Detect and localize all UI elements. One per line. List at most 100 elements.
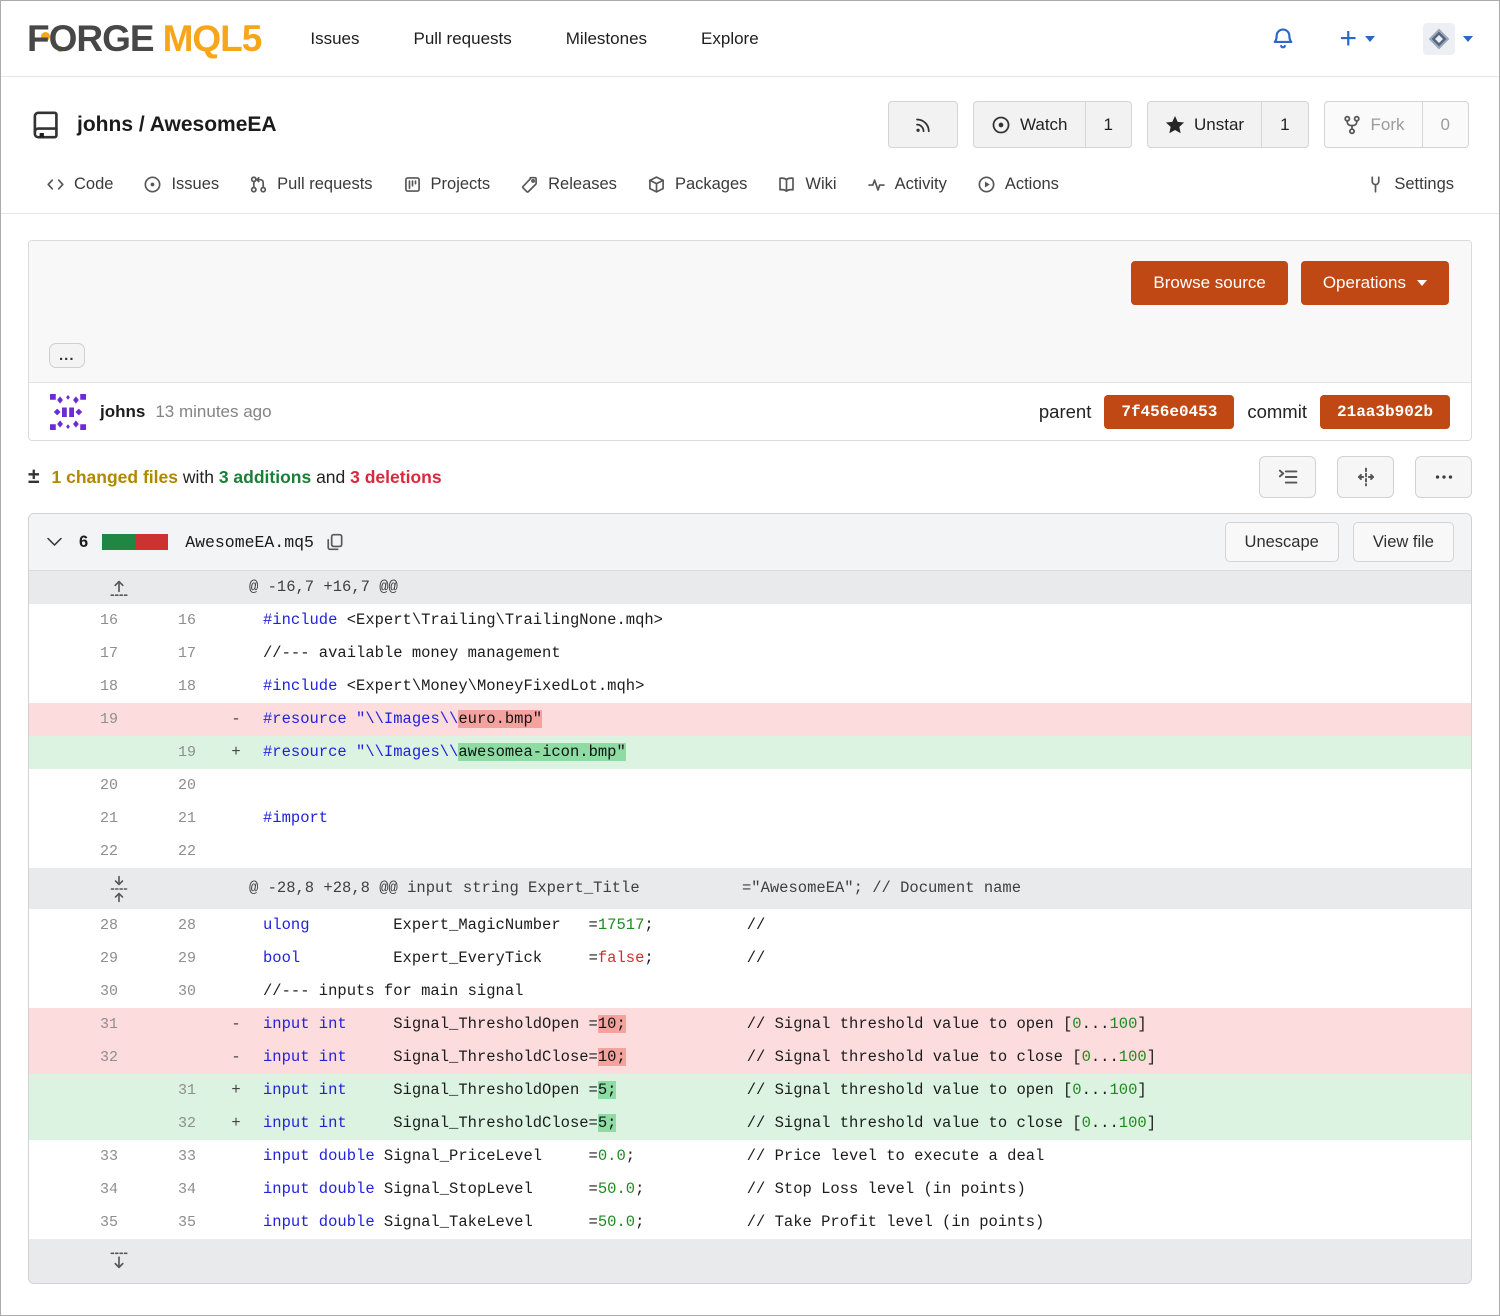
star-count[interactable]: 1	[1261, 102, 1307, 147]
tab-releases[interactable]: Releases	[505, 156, 632, 213]
code-icon	[46, 175, 65, 194]
author-avatar[interactable]	[50, 394, 86, 430]
nav-right: +	[1265, 23, 1473, 55]
diff-stats-text: 1 changed files with 3 additions and 3 d…	[52, 467, 442, 488]
nav-item-explore[interactable]: Explore	[674, 29, 786, 49]
file-name[interactable]: AwesomeEA.mq5	[185, 533, 314, 552]
fork-button[interactable]: Fork 0	[1324, 101, 1469, 148]
file-tree-toggle-button[interactable]	[1259, 456, 1316, 498]
tab-actions[interactable]: Actions	[962, 156, 1074, 213]
new-line-number: 34	[131, 1173, 209, 1206]
diff-op	[209, 604, 263, 637]
watch-count[interactable]: 1	[1085, 102, 1131, 147]
diff-stats-row: ± 1 changed files with 3 additions and 3…	[28, 456, 1472, 498]
fork-count[interactable]: 0	[1422, 102, 1468, 147]
diff-op	[209, 909, 263, 942]
create-new-button[interactable]: +	[1339, 24, 1375, 54]
code-line: input int Signal_ThresholdOpen =10; // S…	[263, 1008, 1471, 1041]
tab-code[interactable]: Code	[31, 156, 128, 213]
tab-issues[interactable]: Issues	[128, 156, 234, 213]
play-circle-icon	[977, 175, 996, 194]
tab-settings[interactable]: Settings	[1351, 156, 1469, 213]
watch-button[interactable]: Watch 1	[973, 101, 1132, 148]
operations-button[interactable]: Operations	[1301, 261, 1449, 305]
tab-wiki[interactable]: Wiki	[762, 156, 851, 213]
old-line-number: 21	[29, 802, 131, 835]
logo-forge-text: FORGE	[27, 18, 154, 60]
old-line-number: 17	[29, 637, 131, 670]
star-icon	[1165, 115, 1185, 135]
nav-item-pull-requests[interactable]: Pull requests	[386, 29, 538, 49]
diff-row-addition: 31+input int Signal_ThresholdOpen =5; //…	[29, 1074, 1471, 1107]
commit-label: commit	[1247, 401, 1307, 423]
diff-row: 2828ulong Expert_MagicNumber =17517; //	[29, 909, 1471, 942]
code-line: //--- available money management	[263, 637, 1471, 670]
notifications-bell-icon[interactable]	[1271, 27, 1295, 51]
logo-mql5-text: MQL5	[163, 18, 262, 60]
diff-file-box: 6 AwesomeEA.mq5 Unescape View file @ -16…	[28, 513, 1472, 1284]
browse-source-button[interactable]: Browse source	[1131, 261, 1287, 305]
tab-pull-requests[interactable]: Pull requests	[234, 156, 387, 213]
file-changed-lines-count: 6	[79, 533, 88, 552]
new-line-number: 33	[131, 1140, 209, 1173]
unstar-button[interactable]: Unstar 1	[1147, 101, 1309, 148]
nav-item-issues[interactable]: Issues	[283, 29, 386, 49]
rss-button[interactable]	[888, 101, 958, 148]
view-file-button[interactable]: View file	[1353, 522, 1454, 562]
tab-activity[interactable]: Activity	[852, 156, 962, 213]
user-menu[interactable]	[1423, 23, 1473, 55]
diff-options-button[interactable]	[1415, 456, 1472, 498]
commit-message-expand-button[interactable]: ...	[49, 343, 85, 368]
old-line-number: 30	[29, 975, 131, 1008]
split-diff-icon	[1355, 466, 1377, 488]
new-line-number: 29	[131, 942, 209, 975]
repo-title[interactable]: johns / AwesomeEA	[77, 113, 277, 137]
tab-projects[interactable]: Projects	[388, 156, 506, 213]
old-line-number: 29	[29, 942, 131, 975]
rss-icon	[913, 115, 933, 135]
pull-request-icon	[249, 175, 268, 194]
old-line-number: 22	[29, 835, 131, 868]
file-actions: Unescape View file	[1225, 522, 1454, 562]
diff-op: -	[209, 703, 263, 736]
navbar: FORGE MQL5 Issues Pull requests Mileston…	[1, 1, 1499, 77]
copy-file-path-button[interactable]	[325, 532, 345, 552]
plus-icon: +	[1339, 24, 1357, 54]
new-line-number: 32	[131, 1107, 209, 1140]
diff-op	[209, 1206, 263, 1239]
diff-row-deletion: 19-#resource "\\Images\\euro.bmp"	[29, 703, 1471, 736]
new-line-number: 18	[131, 670, 209, 703]
commit-hash-button[interactable]: 21aa3b902b	[1320, 395, 1450, 429]
expand-down-button[interactable]	[29, 1239, 209, 1283]
commit-box: Browse source Operations ... johns 13 mi…	[28, 240, 1472, 441]
code-line	[263, 835, 1471, 868]
diff-row: 1818 #include <Expert\Money\MoneyFixedLot…	[29, 670, 1471, 703]
expand-up-button[interactable]	[29, 571, 209, 604]
new-line-number: 19	[131, 736, 209, 769]
additions-count: 3 additions	[219, 467, 311, 487]
nav-links: Issues Pull requests Milestones Explore	[283, 29, 785, 49]
unescape-button[interactable]: Unescape	[1225, 522, 1339, 562]
author-name[interactable]: johns	[100, 402, 145, 422]
code-line: bool Expert_EveryTick =false; //	[263, 942, 1471, 975]
collapse-file-button[interactable]	[46, 535, 63, 549]
diff-row: 3333input double Signal_PriceLevel =0.0;…	[29, 1140, 1471, 1173]
diff-row: 2020	[29, 769, 1471, 802]
site-logo[interactable]: FORGE MQL5	[27, 18, 261, 60]
page: FORGE MQL5 Issues Pull requests Mileston…	[0, 0, 1500, 1316]
main-content: Browse source Operations ... johns 13 mi…	[1, 214, 1499, 1284]
expand-both-button[interactable]	[29, 868, 209, 909]
old-line-number: 35	[29, 1206, 131, 1239]
chevron-down-icon	[1463, 36, 1473, 42]
nav-item-milestones[interactable]: Milestones	[539, 29, 674, 49]
parent-hash-button[interactable]: 7f456e0453	[1104, 395, 1234, 429]
repo-header: johns / AwesomeEA Watch 1 Unstar 1 Fork …	[1, 77, 1499, 156]
old-line-number: 18	[29, 670, 131, 703]
diff-row-deletion: 32-input int Signal_ThresholdClose=10; /…	[29, 1041, 1471, 1074]
diff-row: 1717//--- available money management	[29, 637, 1471, 670]
fork-label: Fork	[1371, 115, 1405, 135]
project-board-icon	[403, 175, 422, 194]
code-line: #include <Expert\Money\MoneyFixedLot.mqh…	[263, 670, 1471, 703]
split-view-button[interactable]	[1337, 456, 1394, 498]
tab-packages[interactable]: Packages	[632, 156, 762, 213]
